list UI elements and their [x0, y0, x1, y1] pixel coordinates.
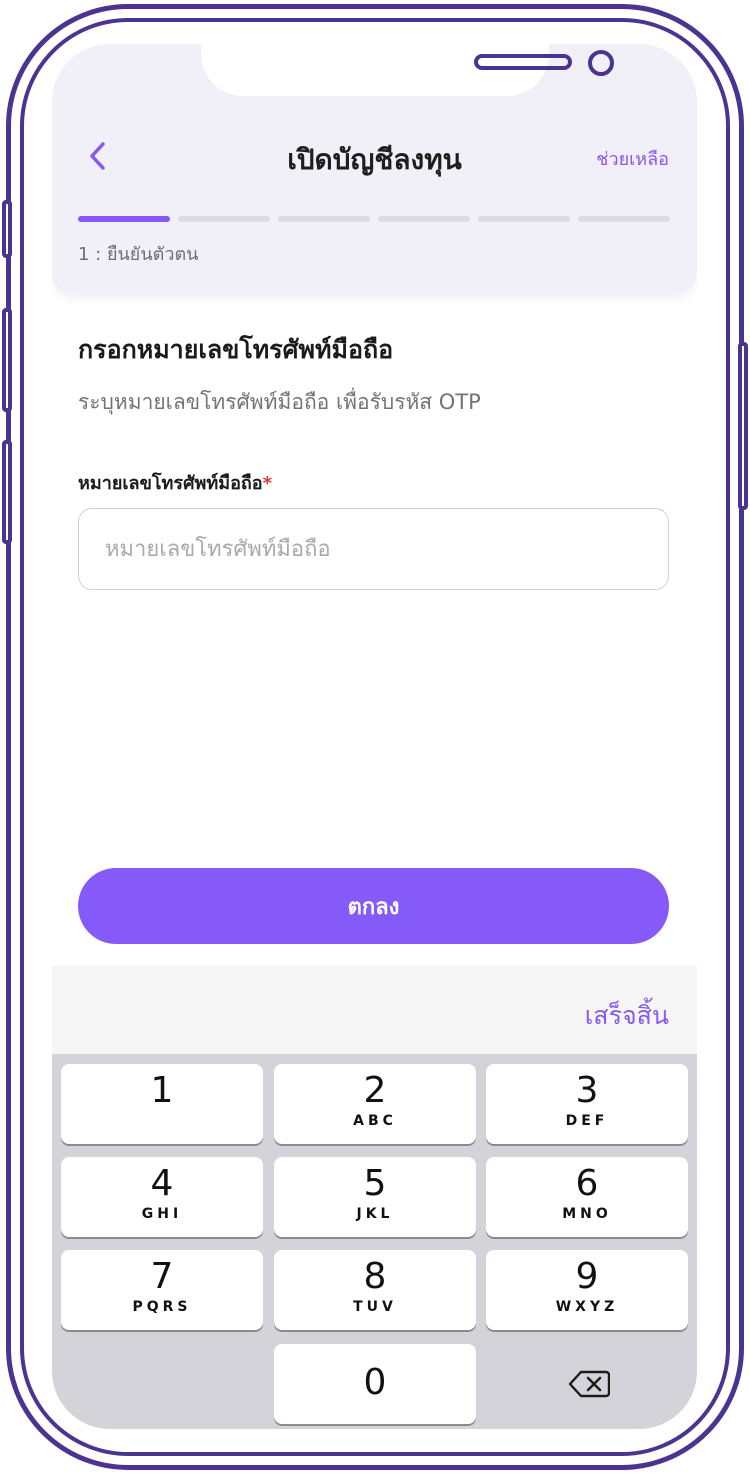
phone-number-input[interactable]	[78, 508, 669, 590]
key-0-digit: 0	[363, 1362, 387, 1403]
key-2-digit: 2	[363, 1070, 387, 1111]
phone-screen: เปิดบัญชีลงทุน ช่วยเหลือ 1 : ยืนยันตัวตน…	[52, 44, 697, 1429]
help-link[interactable]: ช่วยเหลือ	[596, 144, 669, 173]
delete-key[interactable]	[488, 1344, 690, 1424]
numeric-keypad: 1 2 ABC 3 DEF 4 GHI 5 JKL 6 MNO 7 PQRS 8	[52, 1054, 697, 1429]
key-4[interactable]: 4 GHI	[61, 1157, 263, 1237]
phone-field-label: หมายเลขโทรศัพท์มือถือ*	[78, 468, 272, 497]
phone-side-button-volume-up	[2, 308, 12, 412]
progress-segment-4	[378, 216, 470, 222]
phone-side-button-mute	[2, 200, 12, 258]
key-4-digit: 4	[150, 1163, 174, 1204]
key-9-digit: 9	[575, 1256, 599, 1297]
progress-segment-3	[278, 216, 370, 222]
progress-segment-1	[78, 216, 170, 222]
key-9-letters: WXYZ	[555, 1299, 619, 1315]
phone-side-button-power	[738, 342, 748, 510]
front-camera	[588, 50, 614, 76]
key-8[interactable]: 8 TUV	[274, 1250, 476, 1330]
key-3-letters: DEF	[565, 1113, 609, 1129]
backspace-icon	[568, 1370, 610, 1398]
ok-button[interactable]: ตกลง	[78, 868, 669, 944]
key-0[interactable]: 0	[274, 1344, 476, 1424]
key-2-letters: ABC	[353, 1113, 397, 1129]
progress-segment-6	[578, 216, 670, 222]
phone-side-button-volume-down	[2, 440, 12, 544]
key-8-digit: 8	[363, 1256, 387, 1297]
step-label: 1 : ยืนยันตัวตน	[78, 244, 199, 265]
done-button[interactable]: เสร็จสิ้น	[585, 996, 669, 1036]
required-mark: *	[262, 473, 273, 494]
key-5[interactable]: 5 JKL	[274, 1157, 476, 1237]
key-8-letters: TUV	[353, 1299, 397, 1315]
step-progress-bar	[78, 216, 670, 222]
key-9[interactable]: 9 WXYZ	[486, 1250, 688, 1330]
key-1-digit: 1	[150, 1070, 174, 1111]
key-1[interactable]: 1	[61, 1064, 263, 1144]
key-7-digit: 7	[150, 1256, 174, 1297]
key-6-letters: MNO	[562, 1206, 612, 1222]
key-3-digit: 3	[575, 1070, 599, 1111]
phone-field-label-text: หมายเลขโทรศัพท์มือถือ	[78, 473, 263, 494]
key-5-digit: 5	[363, 1163, 387, 1204]
key-5-letters: JKL	[356, 1206, 394, 1222]
keyboard-accessory-bar: เสร็จสิ้น	[52, 966, 697, 1054]
key-7-letters: PQRS	[132, 1299, 192, 1315]
phone-notch	[201, 44, 614, 96]
key-6[interactable]: 6 MNO	[486, 1157, 688, 1237]
progress-segment-2	[178, 216, 270, 222]
form-subtitle: ระบุหมายเลขโทรศัพท์มือถือ เพื่อรับรหัส O…	[78, 390, 481, 414]
speaker-grille	[474, 54, 572, 70]
key-6-digit: 6	[575, 1163, 599, 1204]
key-7[interactable]: 7 PQRS	[61, 1250, 263, 1330]
form-title: กรอกหมายเลขโทรศัพท์มือถือ	[78, 335, 394, 364]
key-2[interactable]: 2 ABC	[274, 1064, 476, 1144]
key-3[interactable]: 3 DEF	[486, 1064, 688, 1144]
key-4-letters: GHI	[141, 1206, 183, 1222]
progress-segment-5	[478, 216, 570, 222]
